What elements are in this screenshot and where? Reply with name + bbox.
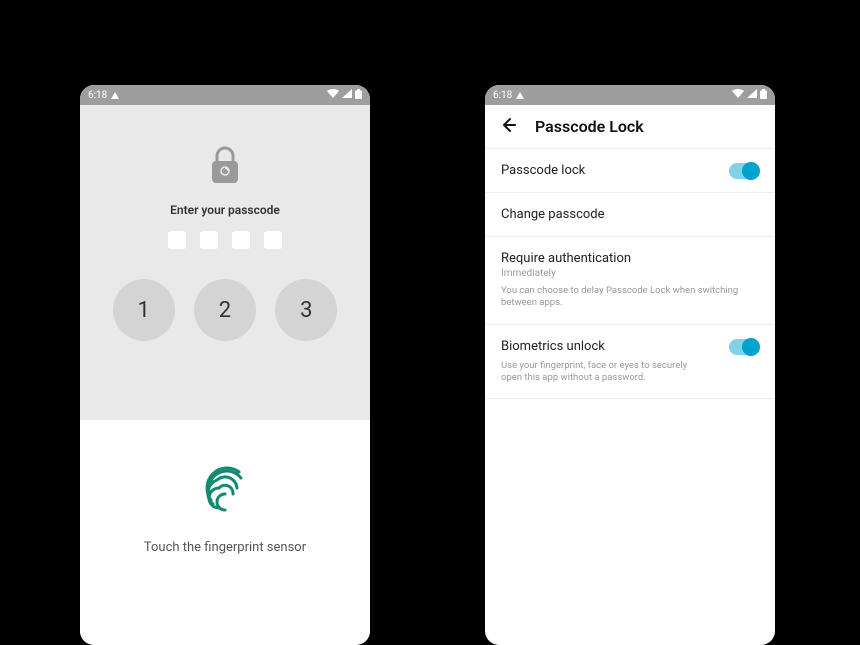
status-bar: 6:18 — [80, 85, 370, 105]
warning-icon — [111, 92, 119, 99]
row-label: Passcode lock — [501, 163, 759, 178]
row-subtitle: Immediately — [501, 268, 759, 279]
row-change-passcode[interactable]: Change passcode — [485, 193, 775, 237]
row-label: Require authentication — [501, 251, 759, 266]
phone-passcode: 6:18 Enter your passcode 1 2 3 — [80, 85, 370, 645]
fingerprint-icon[interactable] — [197, 460, 253, 516]
pin-box — [168, 231, 186, 249]
keypad: 1 2 3 — [80, 279, 370, 341]
passcode-screen: Enter your passcode 1 2 3 — [80, 105, 370, 341]
toggle-passcode-lock[interactable] — [729, 163, 759, 179]
signal-icon — [342, 89, 352, 101]
passcode-prompt: Enter your passcode — [80, 203, 370, 217]
row-passcode-lock[interactable]: Passcode lock — [485, 149, 775, 193]
wifi-icon — [327, 89, 339, 101]
key-3[interactable]: 3 — [275, 279, 337, 341]
toggle-biometrics[interactable] — [729, 339, 759, 355]
warning-icon — [516, 92, 524, 99]
phone-settings: 6:18 Passcode Lock Passcode lock Change … — [485, 85, 775, 645]
status-bar: 6:18 — [485, 85, 775, 105]
row-label: Change passcode — [501, 207, 759, 222]
pin-box — [232, 231, 250, 249]
pin-box — [264, 231, 282, 249]
status-time: 6:18 — [493, 90, 512, 101]
row-label: Biometrics unlock — [501, 339, 759, 354]
fingerprint-prompt: Touch the fingerprint sensor — [80, 540, 370, 555]
lock-icon — [208, 145, 242, 185]
app-bar: Passcode Lock — [485, 105, 775, 149]
back-icon[interactable] — [499, 116, 517, 138]
battery-icon — [355, 89, 362, 102]
battery-icon — [760, 89, 767, 102]
wifi-icon — [732, 89, 744, 101]
signal-icon — [747, 89, 757, 101]
row-help: You can choose to delay Passcode Lock wh… — [501, 285, 759, 310]
key-1[interactable]: 1 — [113, 279, 175, 341]
page-title: Passcode Lock — [535, 117, 644, 136]
fingerprint-sheet: Touch the fingerprint sensor — [80, 420, 370, 645]
key-2[interactable]: 2 — [194, 279, 256, 341]
row-biometrics[interactable]: Biometrics unlock Use your fingerprint, … — [485, 325, 775, 400]
status-time: 6:18 — [88, 90, 107, 101]
row-help: Use your fingerprint, face or eyes to se… — [501, 360, 701, 385]
row-require-auth[interactable]: Require authentication Immediately You c… — [485, 237, 775, 325]
pin-box — [200, 231, 218, 249]
passcode-input[interactable] — [80, 231, 370, 249]
